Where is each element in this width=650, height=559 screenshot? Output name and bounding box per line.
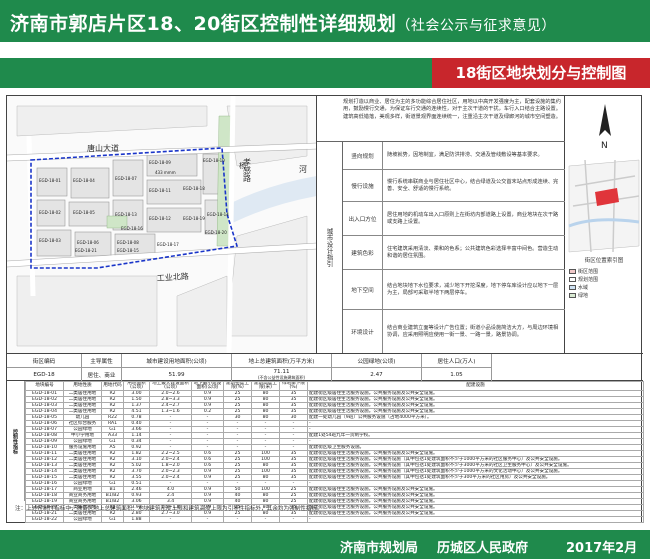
table-cell: 二类居住用地 xyxy=(63,390,102,397)
table-cell: 商业商务用地 xyxy=(63,492,102,499)
guide-side-label: 城市设计指引 xyxy=(317,142,343,353)
section-tab: 18街区地块划分与控制图 xyxy=(432,58,650,88)
table-cell: - xyxy=(251,516,280,523)
locator-caption: 街区位置索引图 xyxy=(584,258,624,264)
block-label: EGD-18-14 xyxy=(207,212,229,217)
road-label-yang: 杨 xyxy=(239,161,246,170)
footer-bar: 济南市规划局 历城区人民政府 2017年2月 xyxy=(0,530,650,559)
block-label: EGD-18-11 xyxy=(149,188,171,193)
block-label: EGD-18-04 xyxy=(73,178,95,183)
table-cell: 二类居住用地 xyxy=(63,456,102,463)
footer-date: 2017年2月 xyxy=(566,541,638,556)
block-label: EGD-18-19 xyxy=(183,216,205,221)
control-table-header: 用地面积(公顷) xyxy=(123,381,150,391)
block-map: 唐山大道 工业北路 孝感路 杨 河 EGD-18-01 EGD-18-02 EGD-… xyxy=(7,96,317,353)
svg-text:N: N xyxy=(601,141,608,151)
block-label: EGD-18-18 xyxy=(183,186,205,191)
block-label: EGD-18-07 xyxy=(115,176,137,181)
footnote: 注：上述控制性指标中，除街区地上总建筑面积、地块建筑密度上限和建筑高度上限为引导… xyxy=(15,506,323,512)
guide-row-color: 建筑色彩 住宅建筑采用清淡、柔和的色系；公共建筑色彩选择丰富中间色。营造生动和谐的… xyxy=(343,236,565,270)
block-label: EGD-18-12 xyxy=(149,216,171,221)
location-index: N 街区位置索引图 街区范围 规划范围 水域 绿地 xyxy=(565,96,643,353)
locator-map xyxy=(568,159,640,253)
control-table-header: 地下最小建设面积(公顷) xyxy=(191,381,224,391)
table-cell: 二类居住用地 xyxy=(63,462,102,469)
table-cell: 二类居住用地 xyxy=(63,450,102,457)
control-table-section: 控制性指标 地块编号 用地性质 用地代码 用地面积(公顷) 地上最大建设面积(公顷) 地下… xyxy=(7,381,644,523)
control-side-label: 控制性指标 xyxy=(7,381,25,501)
control-table-header: 地块编号 xyxy=(25,381,64,391)
map-svg: 唐山大道 工业北路 孝感路 杨 河 EGD-18-01EGD-18-02EGD-… xyxy=(7,96,316,353)
table-cell: 公园绿地 xyxy=(63,516,102,523)
guide-intro: 规划打造以商业、居住为主的多功能综合居住社区，用地以中高开发强度为主，配套设施的… xyxy=(317,96,565,142)
area-label: 433 mmm xyxy=(155,170,176,175)
drawing-frame: 唐山大道 工业北路 孝感路 杨 河 EGD-18-01 EGD-18-02 EGD-… xyxy=(6,95,644,523)
block-label: EGD-18-05 xyxy=(73,210,95,215)
locator-svg: N xyxy=(568,104,640,253)
block-label: EGD-18-08 xyxy=(117,240,139,245)
control-table: 地块编号 用地性质 用地代码 用地面积(公顷) 地上最大建设面积(公顷) 地下最小建设面积… xyxy=(25,381,644,523)
control-table-header: 用地性质 xyxy=(63,381,102,391)
control-table-header: 配建设施 xyxy=(307,381,644,391)
control-table-header: 地上最大建设面积(公顷) xyxy=(149,381,192,391)
locator-legend: 街区范围 规划范围 水域 绿地 xyxy=(569,268,598,300)
road-label-tangshan: 唐山大道 xyxy=(87,143,119,153)
block-label: EGD-18-17 xyxy=(157,242,179,247)
control-table-header: 建筑高度上限(米) xyxy=(251,381,280,391)
block-label: EGD-18-10 xyxy=(203,158,225,163)
river-label: 河 xyxy=(299,164,307,174)
table-cell: 二类居住用地 xyxy=(63,468,102,475)
block-label: EGD-18-03 xyxy=(39,238,61,243)
table-cell: G1 xyxy=(101,516,124,523)
table-cell: 服务设施用地 xyxy=(63,444,102,451)
block-label: EGD-18-02 xyxy=(39,210,61,215)
guide-row-entrance: 出入口方位 居住用地的机动车出入口原则上在街坊内部道路上设置，商业地块在次干路或支… xyxy=(343,202,565,236)
table-cell: 二类居住用地 xyxy=(63,474,102,481)
block-label: EGD-18-16 xyxy=(121,226,143,231)
legend-item: 绿地 xyxy=(569,292,598,300)
page-subtitle: （社会公示与征求意见） xyxy=(396,18,556,34)
table-cell: 二类居住用地 xyxy=(63,408,102,415)
block-label: EGD-18-01 xyxy=(39,178,61,183)
district-summary: 街区编码 主导属性 城市建设用地面积(公顷) 地上总建筑面积(万平方米) 公园绿… xyxy=(7,353,643,382)
legend-item: 街区范围 xyxy=(569,268,598,276)
table-cell: - xyxy=(223,516,252,523)
block-label: EGD-18-21 xyxy=(75,248,97,253)
guide-row-vertical: 竖向规划 随坡就势，因地制宜，满足防洪排涝、交通及管线敷设等基本要求。 xyxy=(343,142,565,170)
guide-row-underground: 地下空间 结合地块地下水位要求，减少地下开挖深度，地下停车库设计应以地下一层为主，… xyxy=(343,270,565,310)
table-cell: 二类居住用地 xyxy=(63,402,102,409)
page-title: 济南市郭店片区18、20街区控制性详细规划（社会公示与征求意见） xyxy=(10,13,556,35)
table-cell: - xyxy=(149,516,192,523)
table-cell: 1.88 xyxy=(123,516,150,523)
legend-item: 规划范围 xyxy=(569,276,598,284)
control-table-header: 绿地率下限(%) xyxy=(279,381,308,391)
footer-org-2: 历城区人民政府 xyxy=(437,541,529,556)
block-label: EGD-18-15 xyxy=(117,248,139,253)
table-cell: 社区综合服务 xyxy=(63,420,102,427)
table-cell: 二类居住用地 xyxy=(63,396,102,403)
table-cell: - xyxy=(307,516,644,523)
header-bar: 济南市郭店片区18、20街区控制性详细规划（社会公示与征求意见） xyxy=(0,0,650,42)
footer-org-1: 济南市规划局 xyxy=(340,541,419,556)
block-label: EGD-18-13 xyxy=(115,212,137,217)
control-table-header: 用地代码 xyxy=(101,381,124,391)
table-cell: - xyxy=(191,516,224,523)
north-arrow-icon: N xyxy=(599,104,611,151)
design-guidelines: 规划打造以商业、居住为主的多功能综合居住社区，用地以中高开发强度为主，配套设施的… xyxy=(317,96,565,353)
legend-item: 水域 xyxy=(569,284,598,292)
guide-row-environment: 环境设计 结合商业建筑立面等设计广告位置；街道小品设施简洁大方，与周边环境相协调，… xyxy=(343,310,565,353)
block-label: EGD-18-06 xyxy=(77,240,99,245)
control-table-header: 建筑密度上限(%) xyxy=(223,381,252,391)
table-row: EGD-18-22 公园绿地 G1 1.88- - - - - - xyxy=(25,516,644,523)
block-label: EGD-18-09 xyxy=(149,160,171,165)
table-cell: - xyxy=(279,516,308,523)
table-cell: EGD-18-22 xyxy=(25,516,64,523)
block-label: EGD-18-20 xyxy=(205,230,227,235)
guide-row-slow-traffic: 慢行设施 慢行系统串联商业与居住社区中心，结合绿道及公交首末站点形成连续、完善、安… xyxy=(343,170,565,202)
